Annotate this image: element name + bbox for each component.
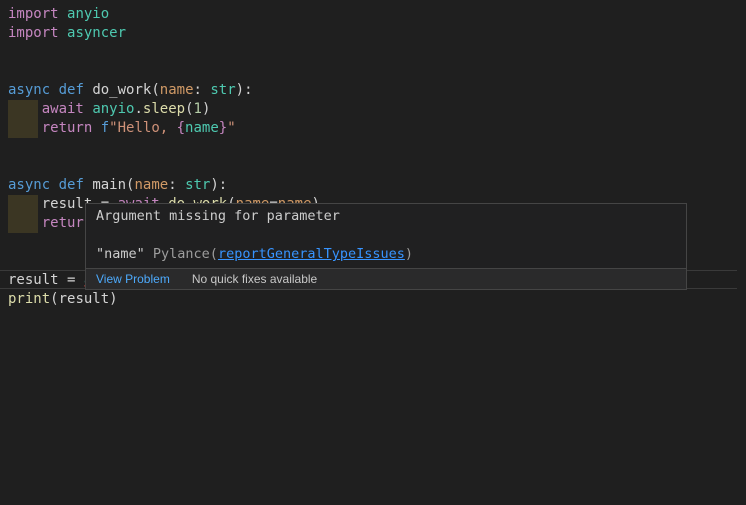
code-token: await	[42, 101, 84, 117]
code-token: str	[185, 177, 210, 193]
code-token: }	[219, 120, 227, 136]
code-token: "Hello,	[109, 120, 176, 136]
code-token	[8, 120, 42, 136]
code-token: .	[134, 101, 142, 117]
code-token: (	[151, 82, 159, 98]
diagnostic-source: Pylance(	[153, 246, 218, 262]
code-token: main	[92, 177, 126, 193]
code-token: )	[109, 291, 117, 307]
code-line-1[interactable]: import anyio	[8, 5, 109, 24]
code-token: "	[227, 120, 235, 136]
code-token: import	[8, 6, 59, 22]
code-line-6[interactable]: await anyio.sleep(1)	[8, 100, 210, 119]
diagnostic-hover-tooltip: Argument missing for parameter "name" Py…	[85, 203, 687, 290]
diagnostic-source-close: )	[405, 246, 413, 262]
code-token: def	[59, 177, 84, 193]
code-token: result	[59, 291, 110, 307]
code-token	[59, 6, 67, 22]
code-token	[59, 25, 67, 41]
code-token: import	[8, 25, 59, 41]
no-quick-fixes-label: No quick fixes available	[192, 272, 317, 286]
code-token: sleep	[143, 101, 185, 117]
code-token: do_work	[92, 82, 151, 98]
code-token: result	[8, 272, 59, 288]
code-token: anyio	[67, 6, 109, 22]
code-token: ):	[236, 82, 253, 98]
hover-footer: View Problem No quick fixes available	[86, 268, 686, 289]
diagnostic-param-name: "name"	[96, 246, 153, 262]
code-token: (	[50, 291, 58, 307]
code-token: ):	[210, 177, 227, 193]
code-token: (	[185, 101, 193, 117]
code-token: str	[210, 82, 235, 98]
code-line-10[interactable]: async def main(name: str):	[8, 176, 227, 195]
code-token: return	[42, 120, 93, 136]
diagnostic-rule-link[interactable]: reportGeneralTypeIssues	[218, 246, 405, 262]
code-token: async	[8, 177, 50, 193]
code-token: name	[160, 82, 194, 98]
code-token: asyncer	[67, 25, 126, 41]
code-token: print	[8, 291, 50, 307]
code-token: anyio	[92, 101, 134, 117]
code-token: )	[202, 101, 210, 117]
code-token	[8, 101, 42, 117]
code-editor: import anyioimport asyncerasync def do_w…	[0, 0, 746, 505]
code-token: name	[134, 177, 168, 193]
code-line-5[interactable]: async def do_work(name: str):	[8, 81, 253, 100]
code-token: 1	[194, 101, 202, 117]
diagnostic-message: Argument missing for parameter "name" Py…	[86, 204, 686, 268]
diagnostic-text-line1: Argument missing for parameter	[96, 208, 340, 224]
view-problem-link[interactable]: View Problem	[96, 272, 170, 286]
code-token: f	[101, 120, 109, 136]
code-token: name	[185, 120, 219, 136]
code-token: {	[177, 120, 185, 136]
code-line-16[interactable]: print(result)	[8, 290, 118, 309]
code-token: :	[194, 82, 211, 98]
code-token	[50, 82, 58, 98]
code-token: :	[168, 177, 185, 193]
code-token: =	[59, 272, 84, 288]
code-token	[92, 120, 100, 136]
code-token	[8, 215, 42, 231]
code-token	[50, 177, 58, 193]
code-token: async	[8, 82, 50, 98]
code-line-2[interactable]: import asyncer	[8, 24, 126, 43]
code-line-7[interactable]: return f"Hello, {name}"	[8, 119, 236, 138]
code-token: def	[59, 82, 84, 98]
code-token	[8, 196, 42, 212]
